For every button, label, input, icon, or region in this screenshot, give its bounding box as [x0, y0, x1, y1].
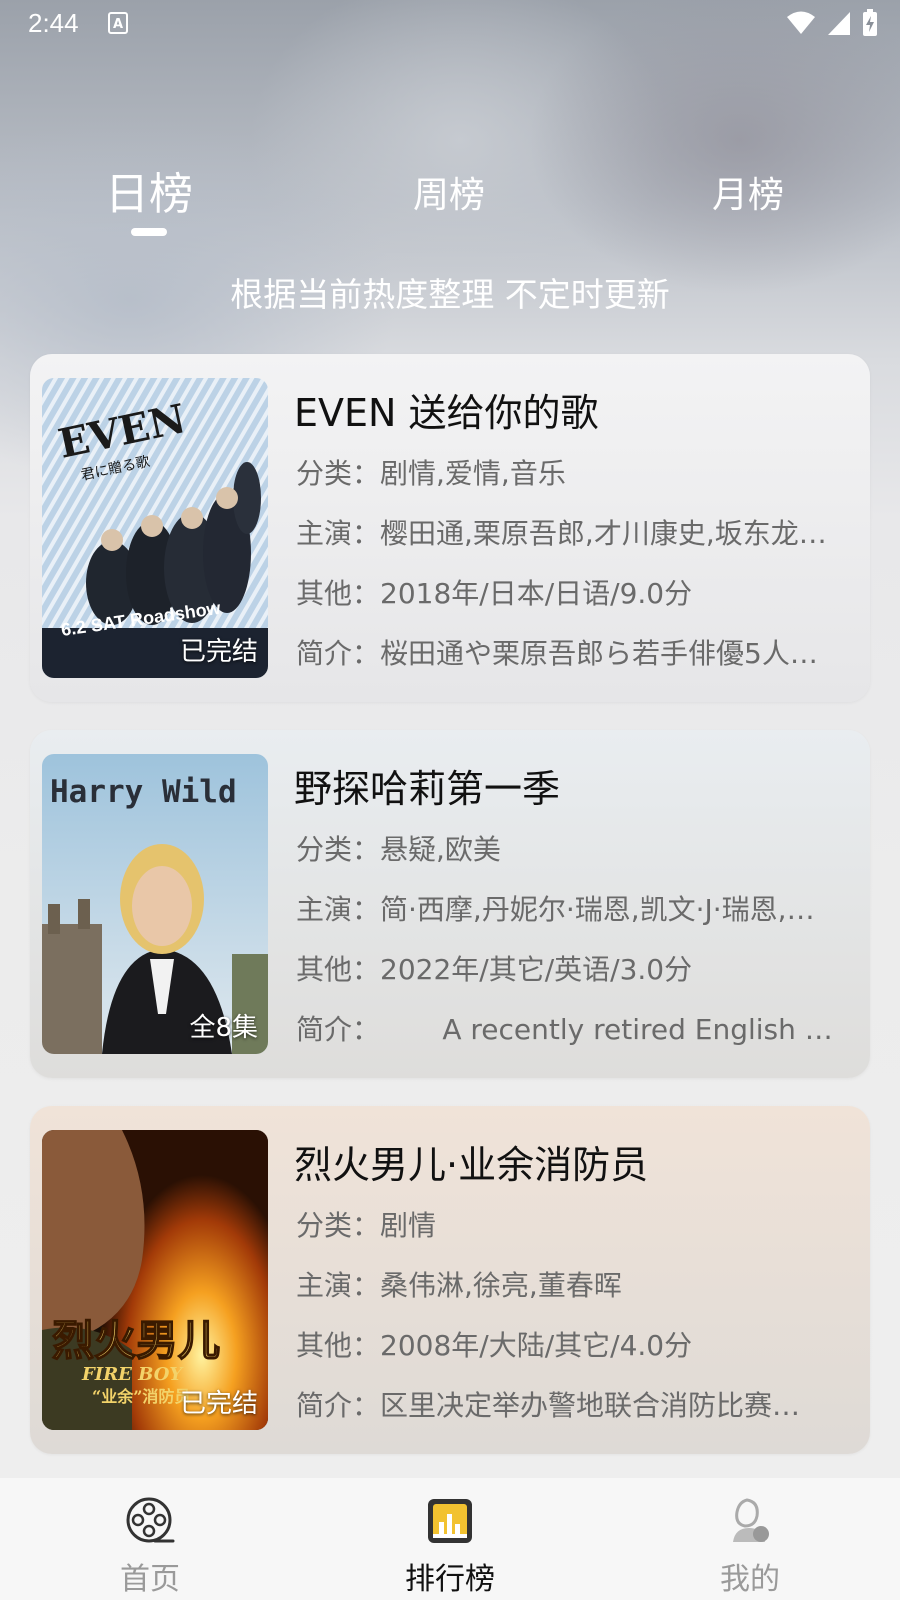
genre-label: 分类： — [296, 1209, 381, 1242]
signal-icon — [828, 12, 850, 35]
other-info-row: 其他：2022年/其它/英语/3.0分 — [296, 948, 846, 988]
genre-row: 分类：剧情 — [296, 1204, 846, 1244]
bottom-navigation: 首页 排行榜 我的 — [0, 1478, 900, 1600]
cast-value: 简·西摩,丹妮尔·瑞恩,凯文·J·瑞恩,… — [380, 893, 815, 926]
item-title: 野探哈莉第一季 — [294, 767, 561, 811]
poster-subtitle-text: “业余”消防员 — [92, 1387, 190, 1406]
poster-english-title: FIRE BOY — [81, 1364, 184, 1385]
tab-daily[interactable]: 日榜 — [105, 158, 193, 222]
genre-value: 悬疑,欧美 — [380, 833, 501, 866]
nav-mine-label: 我的 — [720, 1562, 780, 1597]
genre-label: 分类： — [296, 457, 381, 490]
other-info-row: 其他：2018年/日本/日语/9.0分 — [296, 572, 846, 612]
ranking-chart-icon — [428, 1499, 472, 1543]
other-info-row: 其他：2008年/大陆/其它/4.0分 — [296, 1324, 846, 1364]
cast-label: 主演： — [296, 1269, 381, 1302]
profile-icon — [733, 1498, 769, 1542]
nav-ranking-label: 排行榜 — [405, 1562, 495, 1597]
episode-count-badge: 全8集 — [189, 1013, 258, 1043]
genre-value: 剧情 — [380, 1209, 437, 1242]
other-value: 2022年/其它/英语/3.0分 — [380, 953, 693, 986]
nav-ranking[interactable]: 排行榜 — [390, 1496, 510, 1598]
wifi-icon — [787, 11, 815, 34]
poster-image: EVEN 君に贈る歌 6.2 SAT Roadshow 已完结 — [42, 378, 268, 678]
ranking-subtitle: 根据当前热度整理 不定时更新 — [230, 275, 670, 314]
cast-row: 主演：简·西摩,丹妮尔·瑞恩,凯文·J·瑞恩,… — [296, 888, 846, 928]
cast-value: 桑伟淋,徐亮,董春晖 — [380, 1269, 622, 1302]
cast-value: 樱田通,栗原吾郎,才川康史,坂东龙… — [380, 517, 827, 550]
genre-value: 剧情,爱情,音乐 — [380, 457, 566, 490]
tab-monthly[interactable]: 月榜 — [712, 166, 784, 218]
other-value: 2008年/大陆/其它/4.0分 — [380, 1329, 693, 1362]
intro-row: 简介： A recently retired English pro… — [296, 1008, 846, 1048]
poster-title-text: 烈火男儿 — [52, 1316, 220, 1365]
intro-label: 简介： — [296, 1389, 381, 1422]
status-bar: 2:44 A — [0, 0, 900, 48]
status-time: 2:44 — [28, 8, 79, 38]
nav-home-label: 首页 — [120, 1562, 180, 1597]
status-badge: 已完结 — [179, 637, 258, 667]
item-title: 烈火男儿·业余消防员 — [294, 1143, 649, 1187]
other-label: 其他： — [296, 1329, 381, 1362]
cast-label: 主演： — [296, 517, 381, 550]
intro-label: 简介： — [296, 1013, 381, 1046]
other-value: 2018年/日本/日语/9.0分 — [380, 577, 693, 610]
poster-image: 烈火男儿 FIRE BOY “业余”消防员 已完结 — [42, 1130, 268, 1430]
intro-value: A recently retired English pro… — [380, 1013, 846, 1046]
genre-label: 分类： — [296, 833, 381, 866]
battery-charging-icon — [863, 9, 877, 36]
genre-row: 分类：剧情,爱情,音乐 — [296, 452, 846, 492]
active-tab-indicator — [131, 228, 167, 236]
item-title: EVEN 送给你的歌 — [294, 391, 599, 435]
status-icons — [786, 8, 878, 38]
other-label: 其他： — [296, 953, 381, 986]
accessibility-notification-icon: A — [108, 12, 128, 34]
other-label: 其他： — [296, 577, 381, 610]
intro-row: 简介：区里决定举办警地联合消防比赛… — [296, 1384, 846, 1424]
intro-value: 区里决定举办警地联合消防比赛… — [380, 1389, 801, 1422]
ranking-item-card[interactable]: Harry Wild 全8集 野探哈莉第一季 分类：悬疑,欧美 主演：简·西摩,… — [30, 730, 870, 1078]
cast-row: 主演：桑伟淋,徐亮,董春晖 — [296, 1264, 846, 1304]
poster-title-text: Harry Wild — [50, 774, 237, 810]
poster-image: Harry Wild 全8集 — [42, 754, 268, 1054]
genre-row: 分类：悬疑,欧美 — [296, 828, 846, 868]
cast-label: 主演： — [296, 893, 381, 926]
ranking-tabs: 日榜 周榜 月榜 — [0, 150, 900, 250]
cast-row: 主演：樱田通,栗原吾郎,才川康史,坂东龙… — [296, 512, 846, 552]
ranking-item-card[interactable]: EVEN 君に贈る歌 6.2 SAT Roadshow 已完结 EVEN 送给你… — [30, 354, 870, 702]
film-reel-icon — [126, 1497, 175, 1543]
intro-value: 桜田通や栗原吾郎ら若手俳優5人… — [380, 637, 818, 670]
status-badge: 已完结 — [179, 1389, 258, 1419]
intro-row: 简介：桜田通や栗原吾郎ら若手俳優5人… — [296, 632, 846, 672]
nav-home[interactable]: 首页 — [90, 1496, 210, 1598]
tab-weekly[interactable]: 周榜 — [413, 166, 485, 218]
nav-mine[interactable]: 我的 — [690, 1496, 810, 1598]
intro-label: 简介： — [296, 637, 381, 670]
ranking-item-card[interactable]: 烈火男儿 FIRE BOY “业余”消防员 已完结 烈火男儿·业余消防员 分类：… — [30, 1106, 870, 1454]
